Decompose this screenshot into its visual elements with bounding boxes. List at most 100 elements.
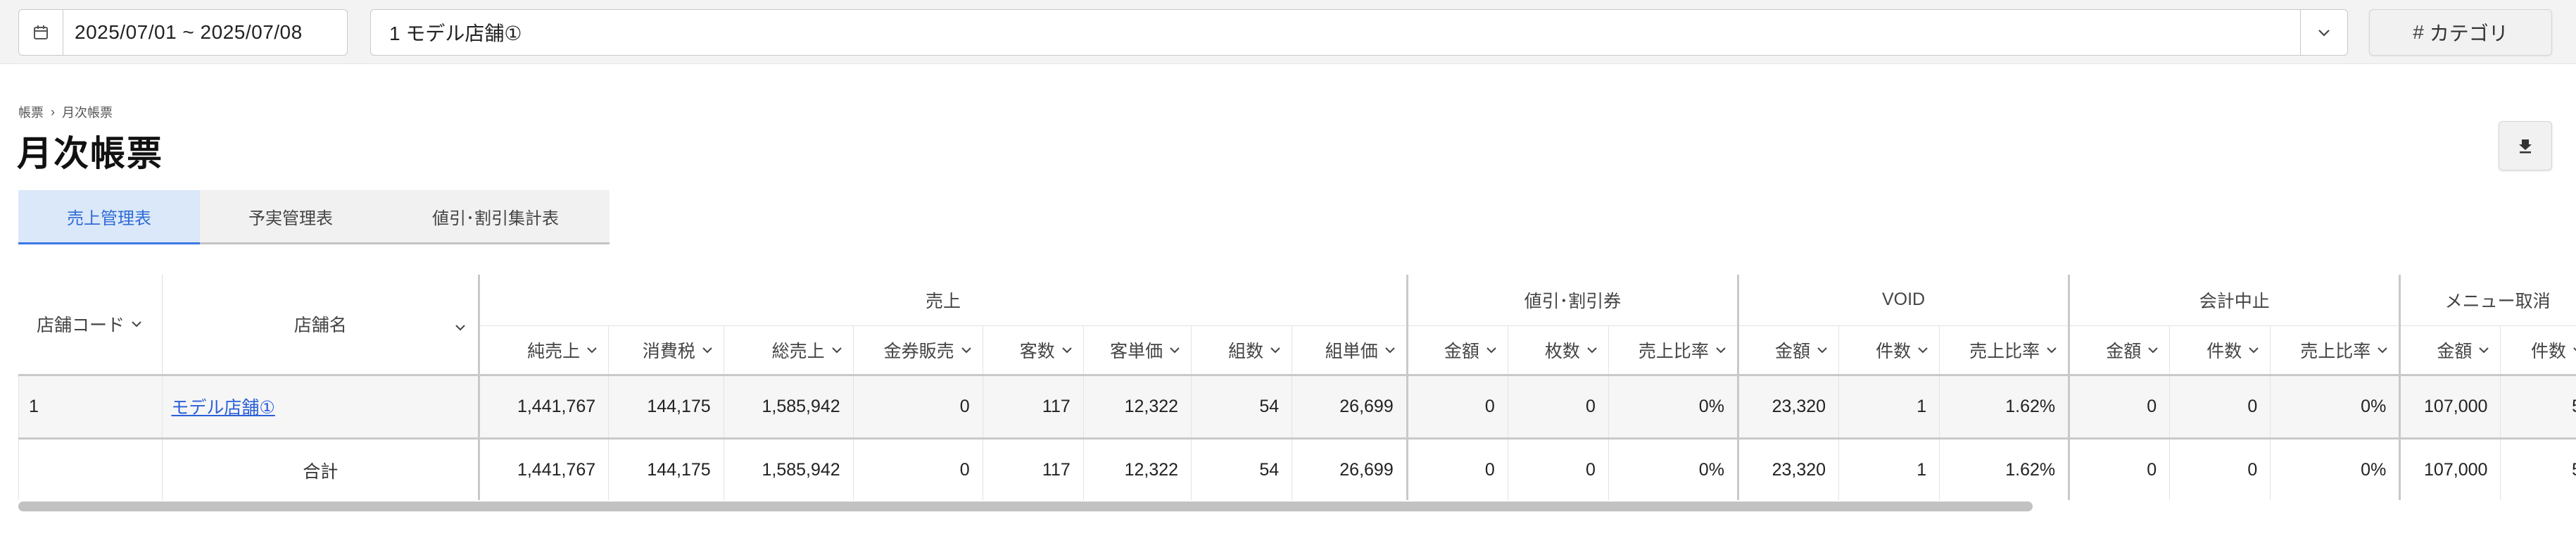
column-header-cancel-1[interactable]: 件数 xyxy=(2169,325,2271,376)
column-header-label: 件数 xyxy=(2206,341,2242,361)
chevron-down-icon xyxy=(2378,347,2388,353)
total-cell-void-0: 23,320 xyxy=(1737,438,1839,500)
column-header-cancel-2[interactable]: 売上比率 xyxy=(2270,325,2401,376)
chevron-down-icon xyxy=(1062,347,1072,353)
chevron-down-icon xyxy=(2249,347,2259,353)
column-header-menu-cancel-0[interactable]: 金額 xyxy=(2399,325,2501,376)
chevron-down-icon xyxy=(2573,347,2576,351)
column-header-label: 売上比率 xyxy=(1638,341,1709,361)
horizontal-scrollbar[interactable] xyxy=(18,502,2576,511)
total-cell-sales-5: 12,322 xyxy=(1082,438,1192,500)
group-header-discount: 値引･割引券 xyxy=(1406,275,1739,325)
chevron-down-icon xyxy=(2479,347,2489,353)
scrollbar-thumb[interactable] xyxy=(18,502,2033,511)
column-header-sales-6[interactable]: 組数 xyxy=(1191,325,1292,376)
total-cell-sales-7: 26,699 xyxy=(1292,438,1408,500)
cell-menu-cancel-1: 5 xyxy=(2500,375,2576,440)
column-header-sales-0[interactable]: 純売上 xyxy=(479,325,609,376)
download-button[interactable] xyxy=(2499,121,2552,170)
column-header-label: 組数 xyxy=(1228,341,1264,361)
total-cell-cancel-2: 0% xyxy=(2270,438,2401,500)
header-store-name[interactable]: 店舗名 xyxy=(162,275,481,376)
cell-discount-1: 0 xyxy=(1507,375,1609,440)
column-header-void-1[interactable]: 件数 xyxy=(1838,325,1940,376)
chevron-down-icon xyxy=(1716,347,1726,353)
tab-sales-management[interactable]: 売上管理表 xyxy=(18,190,200,244)
column-header-sales-1[interactable]: 消費税 xyxy=(608,325,724,376)
column-header-discount-1[interactable]: 枚数 xyxy=(1507,325,1609,376)
column-header-label: 金額 xyxy=(1444,341,1479,361)
cell-sales-2: 1,585,942 xyxy=(723,375,854,440)
breadcrumb-root[interactable]: 帳票 xyxy=(18,103,44,121)
download-icon xyxy=(2519,139,2532,154)
cell-sales-6: 54 xyxy=(1191,375,1292,440)
column-header-label: 金額 xyxy=(1775,341,1811,361)
breadcrumb-separator: › xyxy=(51,104,55,119)
chevron-down-icon xyxy=(132,321,141,328)
table-row: 1 モデル店舗① 1,441,767 144,175 1,585,942 0 117 12… xyxy=(18,375,2576,440)
column-header-label: 金額 xyxy=(2106,341,2142,361)
chevron-down-icon xyxy=(831,347,842,353)
cell-discount-2: 0% xyxy=(1608,375,1739,440)
column-header-label: 件数 xyxy=(2530,341,2566,361)
total-cell-sales-3: 0 xyxy=(852,438,983,500)
column-header-label: 金券販売 xyxy=(883,341,954,361)
group-header-sales: 売上 xyxy=(479,275,1408,325)
cell-sales-0: 1,441,767 xyxy=(479,375,609,440)
tab-discount-summary[interactable]: 値引･割引集計表 xyxy=(381,190,610,242)
chevron-down-icon xyxy=(1385,347,1395,353)
column-header-sales-5[interactable]: 客単価 xyxy=(1082,325,1192,376)
column-header-label: 客単価 xyxy=(1110,341,1163,361)
column-header-label: 消費税 xyxy=(642,341,695,361)
total-cell-menu-cancel-0: 107,000 xyxy=(2399,438,2501,500)
sales-table: 店舗コード 店舗名 売上 値引･割引券 VOID 会計中止 メニュー取消 純売上… xyxy=(18,275,2576,500)
group-header-cancel: 会計中止 xyxy=(2069,275,2401,325)
cell-sales-3: 0 xyxy=(852,375,983,440)
column-header-sales-2[interactable]: 総売上 xyxy=(723,325,854,376)
total-cell-cancel-1: 0 xyxy=(2169,438,2271,500)
category-button-label: カテゴリ xyxy=(2429,23,2508,44)
column-header-void-2[interactable]: 売上比率 xyxy=(1939,325,2071,376)
store-select[interactable]: 1 モデル店舗① xyxy=(370,9,2348,56)
chevron-down-icon xyxy=(1918,347,1928,353)
store-name-link[interactable]: モデル店舗① xyxy=(171,398,274,418)
column-header-sales-4[interactable]: 客数 xyxy=(982,325,1084,376)
chevron-down-icon xyxy=(1270,347,1280,353)
column-header-cancel-0[interactable]: 金額 xyxy=(2069,325,2170,376)
total-cell-cancel-0: 0 xyxy=(2069,438,2170,500)
total-code-cell xyxy=(18,438,163,500)
store-code-cell: 1 xyxy=(18,375,163,440)
cell-void-0: 23,320 xyxy=(1737,375,1839,440)
hash-icon: # xyxy=(2413,21,2424,43)
total-cell-discount-0: 0 xyxy=(1406,438,1508,500)
column-header-void-0[interactable]: 金額 xyxy=(1737,325,1839,376)
cell-cancel-1: 0 xyxy=(2169,375,2271,440)
tab-budget-actual[interactable]: 予実管理表 xyxy=(200,190,381,242)
category-button[interactable]: # カテゴリ xyxy=(2369,9,2552,56)
column-header-label: 件数 xyxy=(1876,341,1912,361)
cell-cancel-2: 0% xyxy=(2270,375,2401,440)
column-header-discount-0[interactable]: 金額 xyxy=(1406,325,1508,376)
chevron-down-icon xyxy=(587,347,597,353)
total-cell-discount-1: 0 xyxy=(1507,438,1609,500)
column-header-label: 枚数 xyxy=(1544,341,1580,361)
calendar-icon[interactable] xyxy=(19,10,63,55)
group-header-menu-cancel: メニュー取消 xyxy=(2399,275,2576,325)
cell-cancel-0: 0 xyxy=(2069,375,2170,440)
date-range-picker[interactable]: 2025/07/01 ~ 2025/07/08 xyxy=(18,9,348,56)
column-header-menu-cancel-1[interactable]: 件数 xyxy=(2500,325,2576,376)
store-name-cell: モデル店舗① xyxy=(162,375,481,440)
chevron-down-icon xyxy=(1486,347,1496,353)
column-header-label: 売上比率 xyxy=(2300,341,2371,361)
chevron-down-icon xyxy=(2047,347,2057,353)
chevron-down-icon[interactable] xyxy=(2300,10,2347,55)
breadcrumb: 帳票 › 月次帳票 xyxy=(18,103,113,121)
column-header-sales-7[interactable]: 組単価 xyxy=(1292,325,1408,376)
header-store-code[interactable]: 店舗コード xyxy=(18,275,163,376)
column-header-sales-3[interactable]: 金券販売 xyxy=(852,325,983,376)
page-title: 月次帳票 xyxy=(17,134,163,173)
total-cell-sales-6: 54 xyxy=(1191,438,1292,500)
column-header-label: 総売上 xyxy=(771,341,825,361)
cell-sales-4: 117 xyxy=(982,375,1084,440)
column-header-discount-2[interactable]: 売上比率 xyxy=(1608,325,1739,376)
